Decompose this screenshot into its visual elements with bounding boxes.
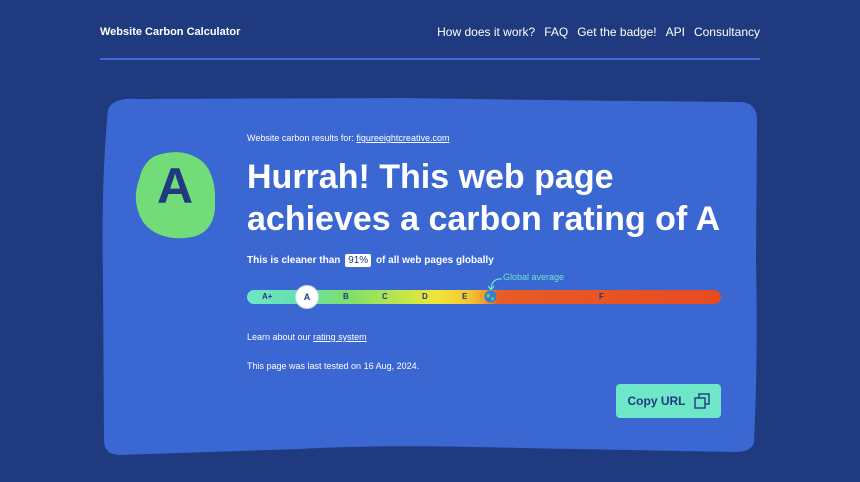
last-tested-text: This page was last tested on 16 Aug, 202… [247,361,420,371]
cleaner-prefix: This is cleaner than [247,255,341,266]
cleaner-suffix: of all web pages globally [375,255,494,266]
cleaner-percent-badge: 91% [345,254,372,267]
globe-icon [484,290,497,303]
copy-url-button[interactable]: Copy URL [616,384,721,418]
global-average-label: Global average [503,272,565,282]
grade-e: E [462,292,468,301]
grade-f: F [599,292,604,301]
page-title: Hurrah! This web page achieves a carbon … [247,156,747,240]
grade-c: C [382,292,388,301]
domain-link[interactable]: figureeightcreative.com [356,133,449,143]
grade-a-plus: A+ [262,292,273,301]
headline-line-2: achieves a carbon rating of A [247,200,720,238]
cleaner-statement: This is cleaner than 91% of all web page… [247,254,494,267]
rating-letter: A [156,158,194,214]
learn-rating: Learn about our rating system [247,332,367,342]
grade-b: B [343,292,349,301]
rating-system-link[interactable]: rating system [313,332,367,342]
result-card [102,98,758,455]
headline-line-1: Hurrah! This web page [247,158,614,196]
results-for-label: Website carbon results for: [247,133,354,143]
grade-d: D [422,292,428,301]
learn-prefix: Learn about our [247,332,311,342]
copy-icon [693,393,710,409]
results-for: Website carbon results for: figureeightc… [247,133,449,143]
current-rating-marker: A [296,286,318,308]
copy-url-label: Copy URL [627,394,686,408]
